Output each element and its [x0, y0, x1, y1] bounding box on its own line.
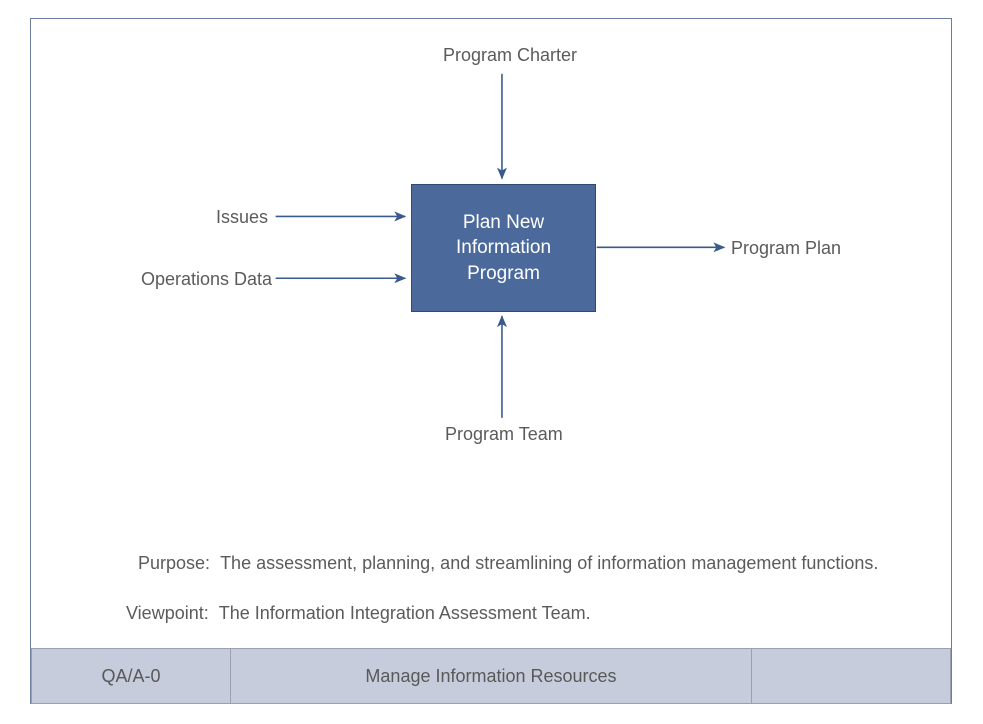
- viewpoint-label: Viewpoint:: [126, 603, 209, 623]
- output-label: Program Plan: [731, 238, 841, 259]
- viewpoint-row: Viewpoint: The Information Integration A…: [126, 603, 591, 624]
- footer-number: [751, 648, 951, 704]
- footer-title: Manage Information Resources: [230, 648, 752, 704]
- arrows-layer: [31, 19, 951, 703]
- purpose-label: Purpose:: [138, 553, 210, 573]
- purpose-row: Purpose: The assessment, planning, and s…: [138, 553, 878, 574]
- mechanism-label: Program Team: [445, 424, 563, 445]
- input-label-issues: Issues: [216, 207, 268, 228]
- process-name: Plan New Information Program: [456, 210, 551, 287]
- purpose-text: The assessment, planning, and streamlini…: [220, 553, 878, 573]
- diagram-area: Program Charter Issues Operations Data P…: [31, 19, 951, 703]
- viewpoint-text: The Information Integration Assessment T…: [219, 603, 591, 623]
- footer-node: QA/A-0: [31, 648, 231, 704]
- process-box: Plan New Information Program: [411, 184, 596, 312]
- input-label-operations-data: Operations Data: [141, 269, 272, 290]
- diagram-frame: Program Charter Issues Operations Data P…: [30, 18, 952, 704]
- control-label: Program Charter: [443, 45, 577, 66]
- footer: QA/A-0 Manage Information Resources: [31, 648, 951, 704]
